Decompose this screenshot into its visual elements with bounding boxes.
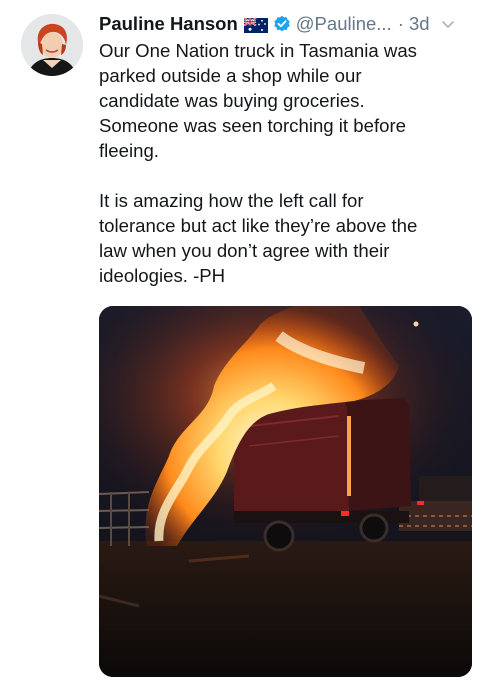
tweet-line: law when you don’t agree with their	[99, 240, 390, 261]
tweet-line: parked outside a shop while our	[99, 65, 362, 86]
tweet-line: ideologies. -PH	[99, 265, 226, 286]
tweet-line: Someone was seen torching it before	[99, 115, 406, 136]
tweet-media-photo[interactable]	[99, 306, 472, 677]
burning-truck-photo	[99, 306, 472, 677]
tweet-line: fleeing.	[99, 140, 159, 161]
tweet-line: candidate was buying groceries.	[99, 90, 365, 111]
tweet-timestamp[interactable]: · 3d	[398, 13, 430, 35]
verified-badge-icon	[273, 15, 291, 33]
tweet-line: It is amazing how the left call for	[99, 190, 364, 211]
australia-flag-icon	[243, 16, 268, 33]
separator-dot: ·	[397, 13, 404, 34]
tweet-header: Pauline Hanson @Pauline... · 3d	[99, 11, 484, 37]
tweet-line: Our One Nation truck in Tasmania was	[99, 40, 417, 61]
author-handle[interactable]: @Pauline...	[296, 13, 392, 35]
author-name[interactable]: Pauline Hanson	[99, 13, 238, 35]
time-label: 3d	[409, 13, 430, 34]
tweet-line: tolerance but act like they’re above the	[99, 215, 418, 236]
avatar-image	[21, 14, 83, 76]
tweet-text: Our One Nation truck in Tasmania was par…	[99, 38, 479, 288]
chevron-down-icon[interactable]	[440, 16, 456, 32]
avatar[interactable]	[21, 14, 83, 76]
